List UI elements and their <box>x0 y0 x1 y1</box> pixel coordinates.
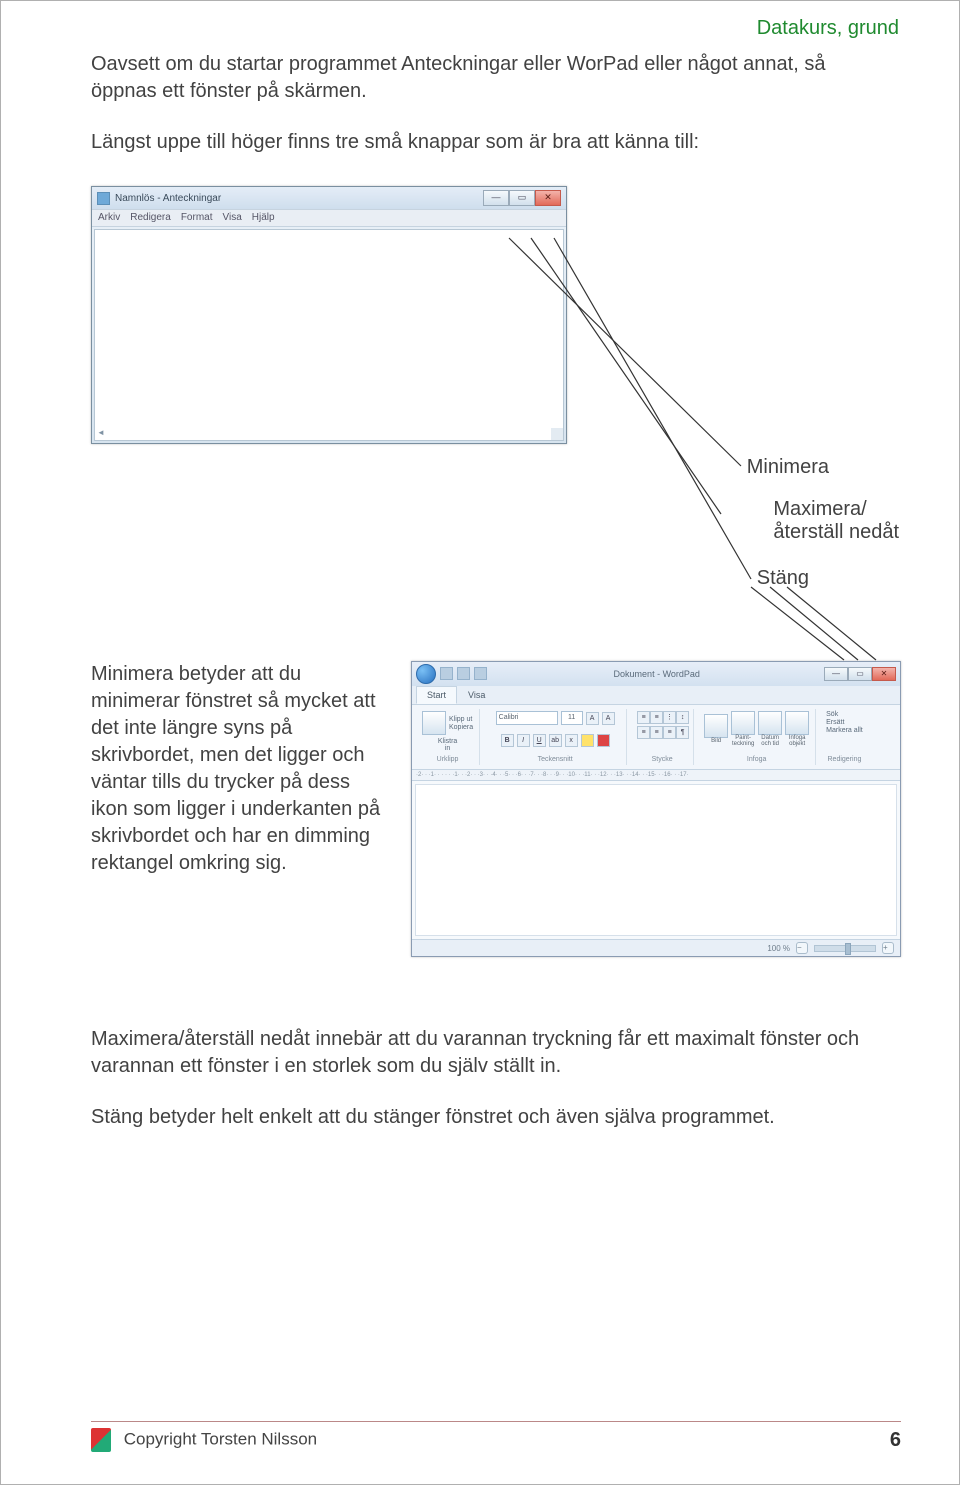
tab-visa[interactable]: Visa <box>457 686 496 704</box>
ruler: ·2· · ·1· · · · · ·1· · ·2· · ·3· · ·4· … <box>412 770 900 781</box>
paragraph-maximera: Maximera/återställ nedåt innebär att du … <box>91 1026 901 1080</box>
paste-label: Klistra in <box>438 738 457 752</box>
qat-save-icon[interactable] <box>440 667 453 680</box>
paragraph-buttons-intro: Längst uppe till höger finns tre små kna… <box>91 129 831 156</box>
ribbon: Klipp ut Kopiera Klistra in Urklipp Cali… <box>412 705 900 770</box>
inc-indent-icon[interactable]: ≡ <box>650 711 663 724</box>
wordpad-orb-icon[interactable] <box>416 664 436 684</box>
paragraph-icon[interactable]: ¶ <box>676 726 689 739</box>
group-editing: Sök Ersätt Markera allt Redigering <box>820 709 869 765</box>
minimize-button[interactable]: — <box>483 190 509 206</box>
notepad-icon <box>97 192 110 205</box>
status-bar: 100 % − + <box>412 939 900 956</box>
insert-datetime-icon[interactable] <box>758 711 782 735</box>
qat-redo-icon[interactable] <box>474 667 487 680</box>
bullets-icon[interactable]: ⋮ <box>663 711 676 724</box>
find-button[interactable]: Sök <box>826 711 863 718</box>
menu-hjalp[interactable]: Hjälp <box>252 212 275 223</box>
tab-start[interactable]: Start <box>416 686 457 704</box>
insert-date-label: Datum och tid <box>758 735 782 747</box>
insert-paint-icon[interactable] <box>731 711 755 735</box>
align-right-icon[interactable]: ≡ <box>663 726 676 739</box>
copy-button[interactable]: Kopiera <box>449 724 473 731</box>
notepad-title: Namnlös - Anteckningar <box>115 193 221 204</box>
group-paragraph: ≡ ≡ ⋮ ↕ ≡ ≡ ≡ ¶ Stycke <box>631 709 694 765</box>
paragraph-group-label: Stycke <box>652 756 673 763</box>
notepad-titlebar: Namnlös - Anteckningar — ▭ ✕ <box>92 187 566 209</box>
grow-font-icon[interactable]: A <box>586 712 599 725</box>
insert-paint-label: Paint- teckning <box>731 735 755 747</box>
paste-icon[interactable] <box>422 711 446 735</box>
page-header: Datakurs, grund <box>757 17 899 40</box>
notepad-menubar: Arkiv Redigera Format Visa Hjälp <box>92 209 566 227</box>
cut-button[interactable]: Klipp ut <box>449 716 473 723</box>
font-group-label: Teckensnitt <box>538 756 573 763</box>
shrink-font-icon[interactable]: A <box>602 712 615 725</box>
wordpad-canvas[interactable] <box>415 784 897 936</box>
quick-access-toolbar <box>440 667 489 682</box>
wordpad-title: Dokument - WordPad <box>614 669 700 679</box>
zoom-value: 100 % <box>767 944 790 953</box>
insert-object-icon[interactable] <box>785 711 809 735</box>
maximize-button[interactable]: ▭ <box>509 190 535 206</box>
ribbon-tabs: Start Visa <box>412 686 900 705</box>
align-center-icon[interactable]: ≡ <box>650 726 663 739</box>
clipboard-group-label: Urklipp <box>437 756 459 763</box>
replace-button[interactable]: Ersätt <box>826 719 863 726</box>
insert-image-label: Bild <box>704 738 728 744</box>
copyright-text: Copyright Torsten Nilsson <box>124 1429 317 1448</box>
font-color-button[interactable] <box>597 734 610 747</box>
insert-object-label: Infoga objekt <box>785 735 809 747</box>
close-button[interactable]: ✕ <box>535 190 561 206</box>
wordpad-window: Dokument - WordPad — ▭ ✕ Start Visa <box>411 661 901 957</box>
page-number: 6 <box>890 1429 901 1452</box>
group-insert: Bild Paint- teckning Datum och tid Infog… <box>698 709 816 765</box>
paragraph-minimera: Minimera betyder att du minimerar fönstr… <box>91 661 391 877</box>
qat-undo-icon[interactable] <box>457 667 470 680</box>
editing-group-label: Redigering <box>828 756 862 763</box>
align-left-icon[interactable]: ≡ <box>637 726 650 739</box>
menu-format[interactable]: Format <box>181 212 213 223</box>
label-stang: Stäng <box>757 567 809 590</box>
wp-minimize-button[interactable]: — <box>824 667 848 681</box>
paragraph-stang: Stäng betyder helt enkelt att du stänger… <box>91 1104 901 1131</box>
zoom-slider[interactable] <box>814 945 876 952</box>
wordpad-titlebar: Dokument - WordPad — ▭ ✕ <box>412 662 900 686</box>
paragraph-intro: Oavsett om du startar programmet Anteckn… <box>91 51 831 105</box>
group-clipboard: Klipp ut Kopiera Klistra in Urklipp <box>416 709 480 765</box>
menu-visa[interactable]: Visa <box>223 212 242 223</box>
insert-image-icon[interactable] <box>704 714 728 738</box>
footer-logo-icon <box>91 1428 111 1452</box>
zoom-in-button[interactable]: + <box>882 942 894 954</box>
notepad-textarea[interactable]: ◄► <box>94 229 564 441</box>
highlight-button[interactable] <box>581 734 594 747</box>
menu-arkiv[interactable]: Arkiv <box>98 212 120 223</box>
italic-button[interactable]: I <box>517 734 530 747</box>
insert-group-label: Infoga <box>747 756 766 763</box>
notepad-window: Namnlös - Anteckningar — ▭ ✕ Arkiv Redig… <box>91 186 567 444</box>
label-maximera: Maximera/ återställ nedåt <box>773 498 899 544</box>
dec-indent-icon[interactable]: ≡ <box>637 711 650 724</box>
strike-button[interactable]: ab <box>549 734 562 747</box>
underline-button[interactable]: U <box>533 734 546 747</box>
bold-button[interactable]: B <box>501 734 514 747</box>
footer: Copyright Torsten Nilsson 6 <box>91 1421 901 1452</box>
selectall-button[interactable]: Markera allt <box>826 727 863 734</box>
font-size-select[interactable]: 11 <box>561 711 583 725</box>
zoom-out-button[interactable]: − <box>796 942 808 954</box>
wp-maximize-button[interactable]: ▭ <box>848 667 872 681</box>
group-font: Calibri 11 A A B I U ab x <box>484 709 627 765</box>
font-name-select[interactable]: Calibri <box>496 711 558 725</box>
subscript-button[interactable]: x <box>565 734 578 747</box>
linespacing-icon[interactable]: ↕ <box>676 711 689 724</box>
label-minimera: Minimera <box>747 456 829 479</box>
menu-redigera[interactable]: Redigera <box>130 212 171 223</box>
wp-close-button[interactable]: ✕ <box>872 667 896 681</box>
